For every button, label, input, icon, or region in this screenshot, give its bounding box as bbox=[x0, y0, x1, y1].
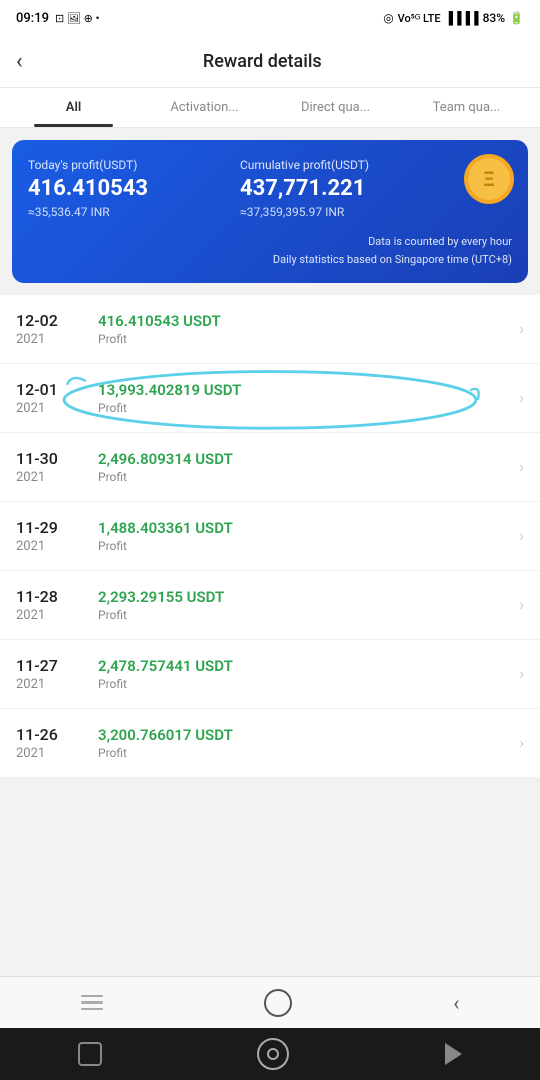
profit-card: Today's profit(USDT) 416.410543 ≈35,536.… bbox=[12, 140, 528, 283]
today-profit-col: Today's profit(USDT) 416.410543 ≈35,536.… bbox=[28, 158, 240, 219]
status-right-icons: ◎ Vo⁵ᴳ LTE ▐▐▐▐ 83% 🔋 bbox=[383, 11, 524, 25]
reward-list: 12-02 2021 416.410543 USDT Profit › 12-0… bbox=[0, 295, 540, 778]
amount-label: Profit bbox=[98, 608, 511, 622]
date-col: 11-27 2021 bbox=[16, 656, 86, 692]
list-item[interactable]: 11-28 2021 2,293.29155 USDT Profit › bbox=[0, 571, 540, 640]
list-item[interactable]: 11-26 2021 3,200.766017 USDT Profit › bbox=[0, 709, 540, 778]
amount-col: 2,478.757441 USDT Profit bbox=[86, 657, 511, 691]
chevron-right-icon: › bbox=[519, 526, 524, 545]
status-icons: ⊡ 🖼 ⊕ • bbox=[55, 12, 99, 25]
list-item-highlighted[interactable]: 12-01 2021 13,993.402819 USDT Profit › bbox=[0, 364, 540, 433]
svg-text:Ξ: Ξ bbox=[483, 167, 494, 191]
date-col: 11-26 2021 bbox=[16, 725, 86, 761]
date-year: 2021 bbox=[16, 746, 86, 761]
chevron-right-icon: › bbox=[519, 733, 524, 752]
cumulative-profit-inr: ≈37,359,395.97 INR bbox=[240, 205, 452, 219]
date-year: 2021 bbox=[16, 401, 86, 416]
bottom-nav: ‹ bbox=[0, 976, 540, 1028]
date-main: 12-01 bbox=[16, 380, 86, 399]
battery-icon: 🔋 bbox=[509, 11, 524, 25]
status-bar: 09:19 ⊡ 🖼 ⊕ • ◎ Vo⁵ᴳ LTE ▐▐▐▐ 83% 🔋 bbox=[0, 0, 540, 36]
amount-col: 2,293.29155 USDT Profit bbox=[86, 588, 511, 622]
page-title: Reward details bbox=[35, 51, 490, 72]
amount-value: 13,993.402819 USDT bbox=[98, 381, 511, 399]
list-item[interactable]: 11-29 2021 1,488.403361 USDT Profit › bbox=[0, 502, 540, 571]
tab-direct[interactable]: Direct qua... bbox=[270, 88, 401, 127]
date-main: 11-30 bbox=[16, 449, 86, 468]
tab-bar: All Activation... Direct qua... Team qua… bbox=[0, 88, 540, 128]
top-nav: ‹ Reward details bbox=[0, 36, 540, 88]
date-col: 11-30 2021 bbox=[16, 449, 86, 485]
chevron-right-icon: › bbox=[519, 595, 524, 614]
date-main: 11-27 bbox=[16, 656, 86, 675]
amount-col: 416.410543 USDT Profit bbox=[86, 312, 511, 346]
date-year: 2021 bbox=[16, 608, 86, 623]
date-year: 2021 bbox=[16, 332, 86, 347]
tab-team[interactable]: Team qua... bbox=[401, 88, 532, 127]
date-main: 11-26 bbox=[16, 725, 86, 744]
date-year: 2021 bbox=[16, 470, 86, 485]
amount-value: 3,200.766017 USDT bbox=[98, 726, 511, 744]
recent-apps-icon[interactable] bbox=[78, 1042, 102, 1066]
date-year: 2021 bbox=[16, 539, 86, 554]
today-profit-label: Today's profit(USDT) bbox=[28, 158, 240, 172]
profit-note: Data is counted by every hour Daily stat… bbox=[28, 233, 512, 268]
tab-all[interactable]: All bbox=[8, 88, 139, 127]
date-col: 12-01 2021 bbox=[16, 380, 86, 416]
date-col: 12-02 2021 bbox=[16, 311, 86, 347]
amount-label: Profit bbox=[98, 677, 511, 691]
date-main: 11-28 bbox=[16, 587, 86, 606]
amount-col: 13,993.402819 USDT Profit bbox=[86, 381, 511, 415]
chevron-right-icon: › bbox=[519, 388, 524, 407]
list-item[interactable]: 12-02 2021 416.410543 USDT Profit › bbox=[0, 295, 540, 364]
amount-col: 1,488.403361 USDT Profit bbox=[86, 519, 511, 553]
amount-label: Profit bbox=[98, 746, 511, 760]
back-button[interactable]: ‹ bbox=[16, 49, 23, 74]
date-main: 12-02 bbox=[16, 311, 86, 330]
amount-value: 1,488.403361 USDT bbox=[98, 519, 511, 537]
date-year: 2021 bbox=[16, 677, 86, 692]
date-main: 11-29 bbox=[16, 518, 86, 537]
signal-bars: ▐▐▐▐ bbox=[445, 11, 479, 25]
chevron-right-icon: › bbox=[519, 319, 524, 338]
status-time: 09:19 ⊡ 🖼 ⊕ • bbox=[16, 11, 99, 26]
amount-label: Profit bbox=[98, 332, 511, 346]
wifi-icon: ◎ bbox=[383, 11, 393, 25]
back-nav-button[interactable]: ‹ bbox=[429, 983, 483, 1023]
home-bar bbox=[0, 1028, 540, 1080]
recent-apps-button[interactable] bbox=[57, 987, 127, 1019]
date-col: 11-28 2021 bbox=[16, 587, 86, 623]
back-icon[interactable] bbox=[445, 1043, 462, 1065]
list-item[interactable]: 11-27 2021 2,478.757441 USDT Profit › bbox=[0, 640, 540, 709]
amount-label: Profit bbox=[98, 539, 511, 553]
today-profit-inr: ≈35,536.47 INR bbox=[28, 205, 240, 219]
amount-col: 2,496.809314 USDT Profit bbox=[86, 450, 511, 484]
coin-icon: Ξ bbox=[462, 152, 516, 206]
list-item[interactable]: 11-30 2021 2,496.809314 USDT Profit › bbox=[0, 433, 540, 502]
home-icon[interactable] bbox=[257, 1038, 289, 1070]
amount-value: 2,478.757441 USDT bbox=[98, 657, 511, 675]
cumulative-profit-value: 437,771.221 bbox=[240, 176, 452, 202]
amount-value: 416.410543 USDT bbox=[98, 312, 511, 330]
amount-label: Profit bbox=[98, 470, 511, 484]
cumulative-profit-label: Cumulative profit(USDT) bbox=[240, 158, 452, 172]
home-button[interactable] bbox=[240, 981, 316, 1025]
chevron-right-icon: › bbox=[519, 664, 524, 683]
chevron-right-icon: › bbox=[519, 457, 524, 476]
date-col: 11-29 2021 bbox=[16, 518, 86, 554]
amount-value: 2,496.809314 USDT bbox=[98, 450, 511, 468]
time-display: 09:19 bbox=[16, 11, 49, 26]
amount-col: 3,200.766017 USDT Profit bbox=[86, 726, 511, 760]
amount-value: 2,293.29155 USDT bbox=[98, 588, 511, 606]
signal-icon: Vo⁵ᴳ LTE bbox=[398, 12, 441, 25]
tab-activation[interactable]: Activation... bbox=[139, 88, 270, 127]
battery-display: 83% bbox=[483, 11, 505, 25]
amount-label: Profit bbox=[98, 401, 511, 415]
today-profit-value: 416.410543 bbox=[28, 176, 240, 202]
